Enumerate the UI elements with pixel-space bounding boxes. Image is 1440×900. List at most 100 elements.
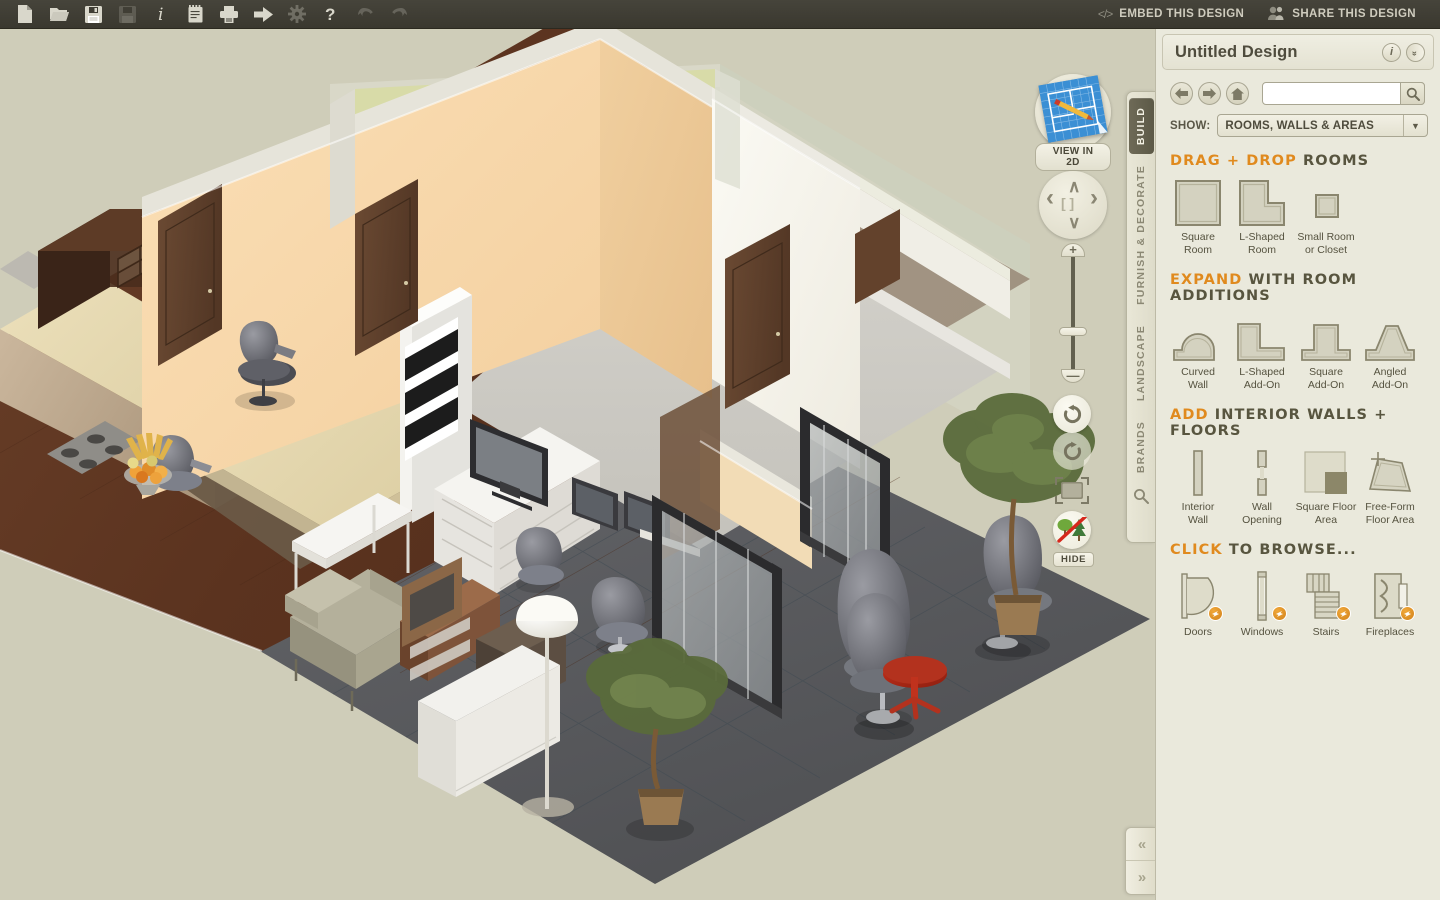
item-free-form-floor-area[interactable]: Free-Form Floor Area [1358,445,1422,526]
item-curved-wall[interactable]: Curved Wall [1166,310,1230,391]
pan-up-arrow[interactable]: ∧ [1068,177,1080,197]
item-wall-opening-label: Wall Opening [1242,501,1282,526]
export-icon[interactable] [246,0,280,29]
item-interior-wall[interactable]: Interior Wall [1166,445,1230,526]
rotate-counter-clockwise-icon[interactable] [1053,395,1091,433]
fireplaces-browse-badge[interactable] [1400,606,1415,621]
zoom-out-button[interactable]: — [1061,369,1085,383]
zoom-slider-handle[interactable] [1059,327,1087,336]
chevron-down-icon[interactable]: ▼ [1403,115,1427,136]
hide-plants-label[interactable]: HIDE [1053,552,1095,567]
zoom-slider[interactable]: + — [1056,239,1090,387]
show-filter-value: ROOMS, WALLS & AREAS [1225,119,1375,132]
show-filter-dropdown[interactable]: ROOMS, WALLS & AREAS ▼ [1217,114,1428,137]
code-brackets-icon: </> [1097,7,1113,21]
floorplan-3d-scene[interactable] [0,29,1155,900]
mode-tab-search-icon[interactable] [1127,488,1155,505]
panel-collapse-controls: « » [1125,827,1156,895]
section-heading-additions: EXPAND WITH ROOM ADDITIONS [1170,272,1430,304]
item-l-shaped-room[interactable]: L-Shaped Room [1230,175,1294,256]
pan-left-arrow[interactable]: ‹ [1046,186,1054,210]
panel-navigation-bar [1156,70,1440,105]
undo-icon[interactable] [348,0,382,29]
help-icon[interactable]: ? [314,0,348,29]
mode-tabs: BUILD FURNISH & DECORATE LANDSCAPE BRAND… [1126,91,1155,543]
item-l-shaped-add-on[interactable]: L-Shaped Add-On [1230,310,1294,391]
redo-icon[interactable] [382,0,416,29]
toolbar-icon-group: i ? [0,0,416,29]
share-design-button[interactable]: SHARE THIS DESIGN [1258,0,1426,29]
pan-down-arrow[interactable]: ∨ [1068,213,1080,233]
zoom-in-button[interactable]: + [1061,243,1085,257]
design-info-icon[interactable]: i [1382,42,1401,62]
interior-wall-icon [1166,445,1230,497]
item-small-room-label: Small Room or Closet [1297,231,1355,256]
item-stairs[interactable]: Stairs [1294,564,1358,639]
pan-right-arrow[interactable]: › [1090,186,1098,210]
view-in-2d-label[interactable]: VIEW IN 2D [1035,143,1111,171]
item-windows[interactable]: Windows [1230,564,1294,639]
hide-plants-control[interactable]: HIDE [1053,511,1095,567]
share-people-icon [1268,6,1285,23]
section-drag-drop-rooms: DRAG + DROP ROOMS Square Room L-Shaped Roo… [1156,153,1440,256]
item-fireplaces[interactable]: Fireplaces [1358,564,1422,639]
item-wall-opening[interactable]: Wall Opening [1230,445,1294,526]
nav-forward-button[interactable] [1198,82,1221,105]
view-in-2d-control[interactable]: VIEW IN 2D [1035,74,1111,171]
hide-plants-icon[interactable] [1053,511,1091,549]
notes-icon[interactable] [178,0,212,29]
collapse-prev-button[interactable]: « [1126,828,1156,861]
settings-gear-icon[interactable] [280,0,314,29]
item-fireplaces-label: Fireplaces [1365,626,1415,638]
mode-tab-landscape[interactable]: LANDSCAPE [1129,316,1154,410]
search-icon[interactable] [1400,82,1425,105]
doors-browse-badge[interactable] [1208,606,1223,621]
search-input[interactable] [1263,83,1401,104]
rotate-clockwise-icon[interactable] [1053,432,1091,470]
show-filter-label: SHOW: [1170,119,1211,132]
toolbar-right-links: </> EMBED THIS DESIGN SHARE THIS DESIGN [1088,0,1440,29]
mode-tab-brands[interactable]: BRANDS [1129,412,1154,482]
design-canvas[interactable]: VIEW IN 2D ∧ ∨ ‹ › [ ] + — HIDE BUILD FU… [0,29,1155,900]
section-click-to-browse: CLICK TO BROWSE... Doors Windows Stairs … [1156,542,1440,639]
nav-back-button[interactable] [1170,82,1193,105]
zoom-slider-track[interactable] [1071,249,1075,379]
collapse-next-button[interactable]: » [1126,861,1156,894]
info-icon[interactable]: i [144,0,178,29]
print-icon[interactable] [212,0,246,29]
small-room-icon [1294,175,1358,227]
panel-search-field[interactable] [1262,82,1425,105]
stairs-browse-badge[interactable] [1336,606,1351,621]
fireplaces-icon [1358,564,1422,622]
view-in-2d-thumbnail[interactable] [1035,74,1111,150]
item-angled-add-on[interactable]: Angled Add-On [1358,310,1422,391]
save-as-icon[interactable] [110,0,144,29]
mode-tab-furnish-decorate[interactable]: FURNISH & DECORATE [1129,156,1154,314]
nav-home-button[interactable] [1226,82,1249,105]
mode-tab-build[interactable]: BUILD [1128,98,1154,155]
panel-collapse-icon[interactable]: » [1406,42,1425,62]
item-angled-add-on-label: Angled Add-On [1371,366,1409,391]
item-small-room-or-closet[interactable]: Small Room or Closet [1294,175,1358,256]
embed-design-button[interactable]: </> EMBED THIS DESIGN [1088,0,1254,29]
item-square-room[interactable]: Square Room [1166,175,1230,256]
open-folder-icon[interactable] [42,0,76,29]
item-square-add-on[interactable]: Square Add-On [1294,310,1358,391]
item-square-floor-area[interactable]: Square Floor Area [1294,445,1358,526]
item-curved-wall-label: Curved Wall [1181,366,1215,391]
center-view-button[interactable]: [ ] [1061,195,1074,211]
save-icon[interactable] [76,0,110,29]
new-document-icon[interactable] [8,0,42,29]
right-panel: Untitled Design i » SHOW: ROOMS, WALLS &… [1155,29,1440,900]
windows-browse-badge[interactable] [1272,606,1287,621]
section-room-additions: EXPAND WITH ROOM ADDITIONS Curved Wall L-… [1156,272,1440,391]
panel-title-bar: Untitled Design i » [1162,34,1434,70]
mode-tab-brands-label: BRANDS [1135,421,1147,474]
section-interior-walls-floors: ADD INTERIOR WALLS + FLOORS Interior Wall… [1156,407,1440,526]
square-room-icon [1166,175,1230,227]
screenshot-icon[interactable] [1054,476,1090,506]
item-doors[interactable]: Doors [1166,564,1230,639]
section-heading-browse-rest: TO BROWSE... [1228,542,1357,558]
pan-control-pad[interactable]: ∧ ∨ ‹ › [ ] [1039,171,1107,239]
item-free-form-floor-area-label: Free-Form Floor Area [1365,501,1415,526]
